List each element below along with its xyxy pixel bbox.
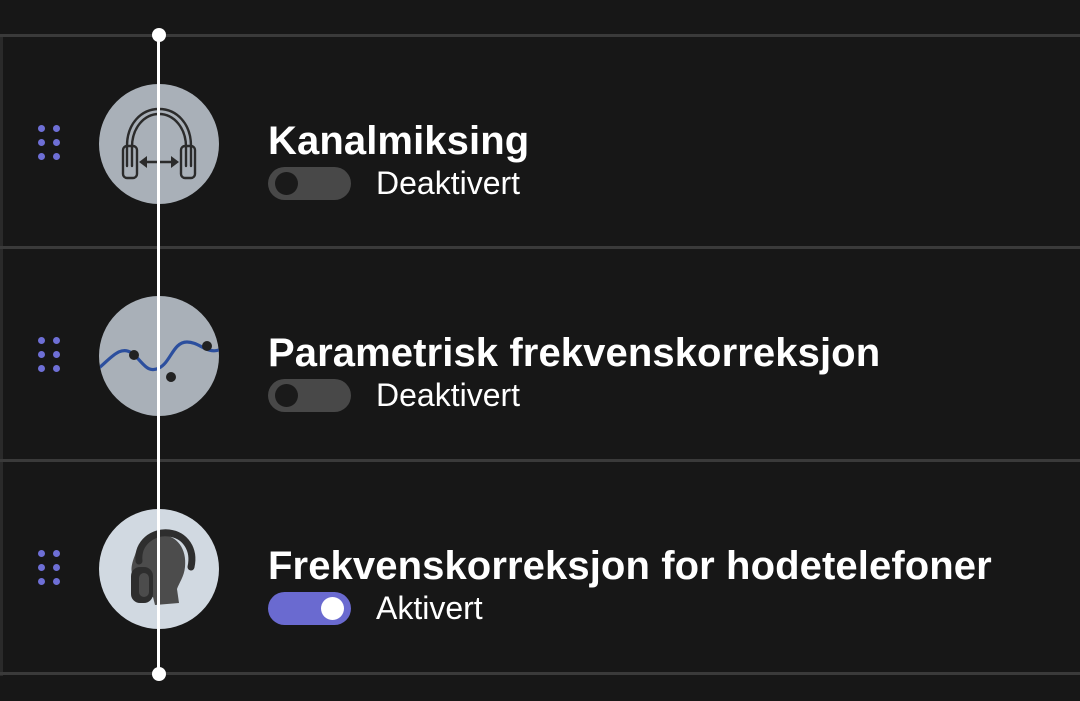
signal-chain-line: [157, 35, 160, 674]
effect-title: Parametrisk frekvenskorreksjon: [268, 331, 881, 375]
chain-start-dot: [152, 28, 166, 42]
drag-handle-icon[interactable]: [38, 125, 64, 163]
effect-title: Frekvenskorreksjon for hodetelefoner: [268, 544, 992, 588]
effect-status-label: Deaktivert: [376, 377, 521, 413]
drag-handle-icon[interactable]: [38, 550, 64, 588]
drag-handle-icon[interactable]: [38, 337, 64, 375]
toggle-knob: [275, 384, 298, 407]
effects-chain-screen: Kanalmiksing Deaktivert Parametrisk frek…: [0, 0, 1080, 701]
effect-toggle-switch[interactable]: [268, 167, 351, 200]
effect-status-label: Aktivert: [376, 590, 483, 626]
effect-title: Kanalmiksing: [268, 119, 530, 163]
effect-toggle-switch[interactable]: [268, 379, 351, 412]
effect-row-channel-mixing[interactable]: Kanalmiksing Deaktivert: [0, 37, 1080, 247]
toggle-knob: [321, 597, 344, 620]
effect-row-headphone-eq[interactable]: Frekvenskorreksjon for hodetelefoner Akt…: [0, 462, 1080, 672]
effect-row-parametric-eq[interactable]: Parametrisk frekvenskorreksjon Deaktiver…: [0, 249, 1080, 459]
effect-toggle-switch[interactable]: [268, 592, 351, 625]
chain-end-dot: [152, 667, 166, 681]
toggle-knob: [275, 172, 298, 195]
effect-status-label: Deaktivert: [376, 165, 521, 201]
